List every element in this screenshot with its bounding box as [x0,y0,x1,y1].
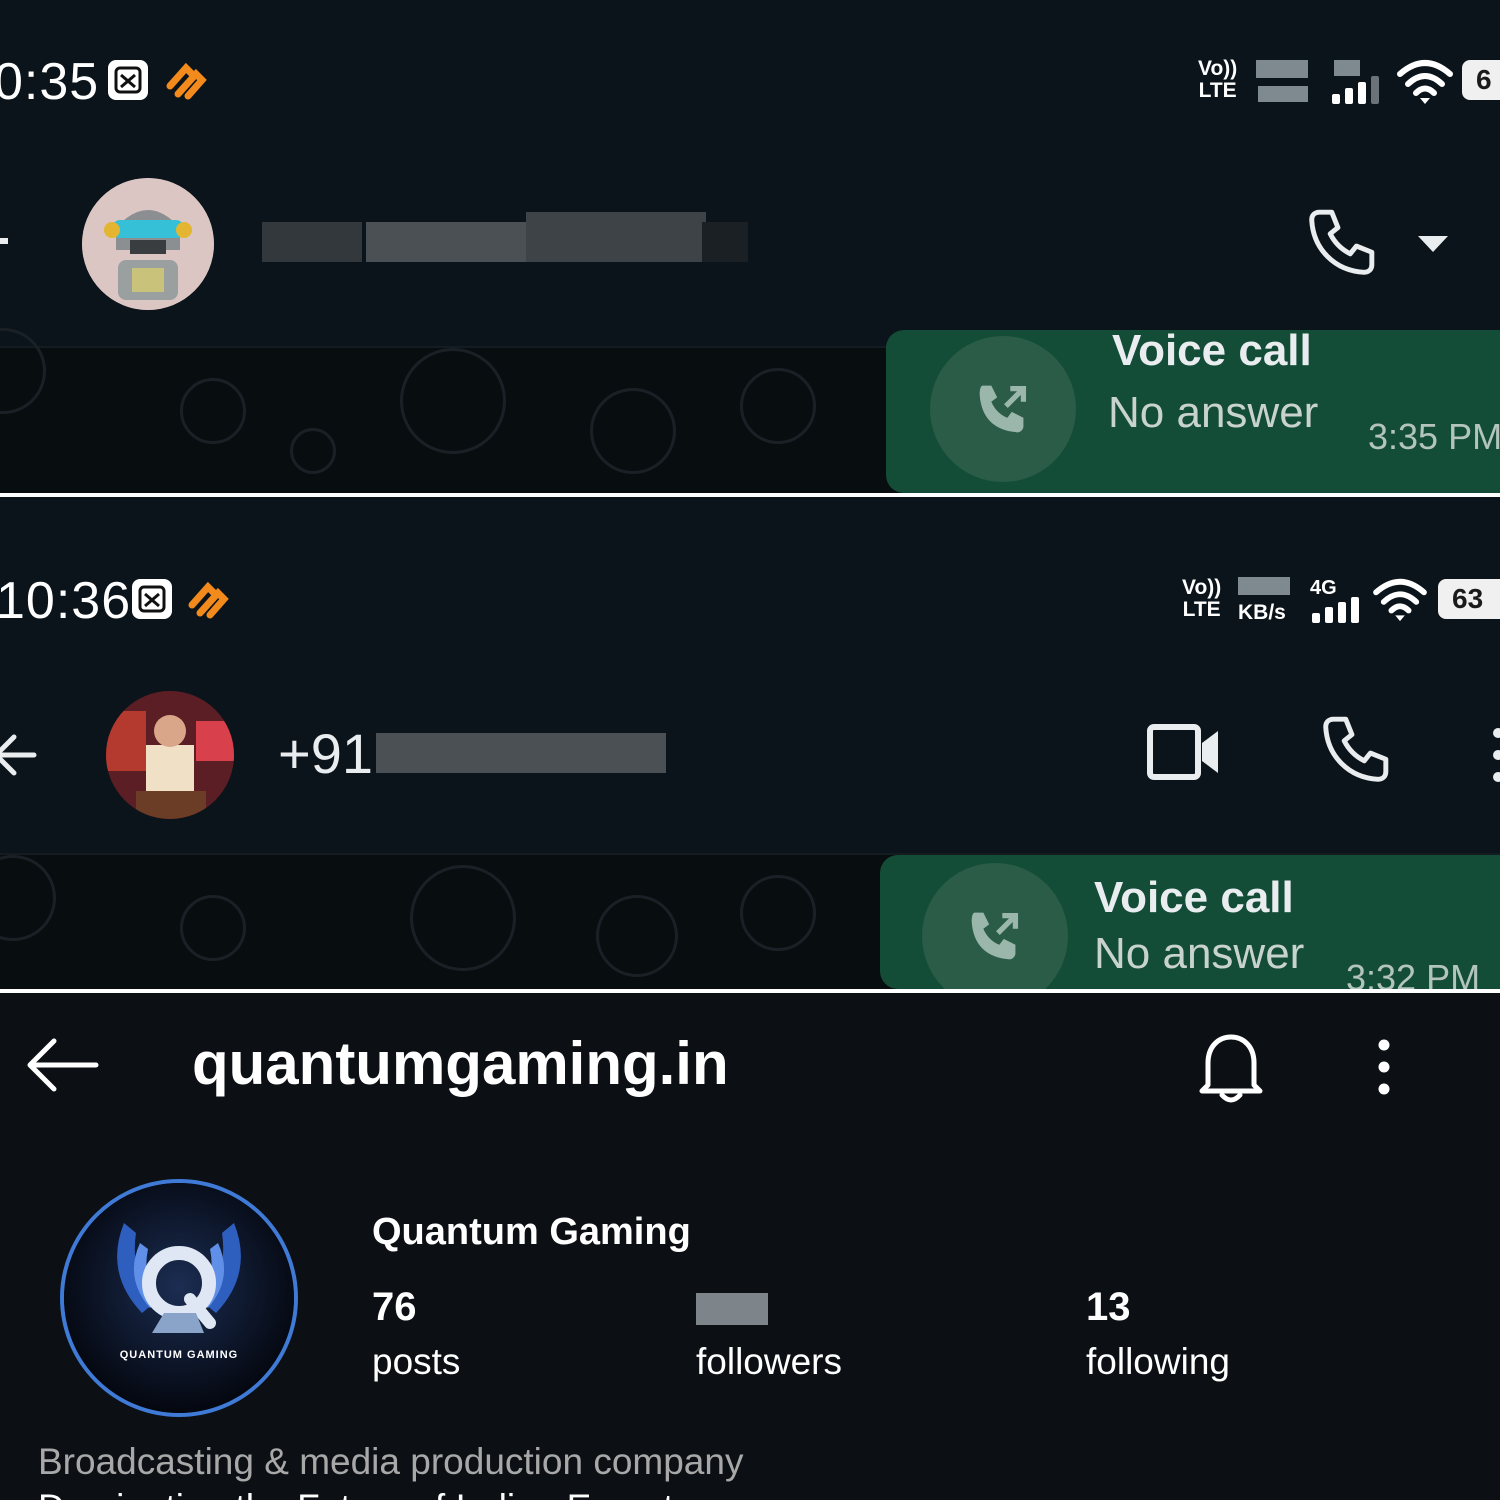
contact-phone-prefix: +91 [278,722,373,785]
network-speed-unit: KB/s [1238,601,1286,624]
call-status: No answer [1094,929,1305,978]
kebab-menu-icon[interactable] [1490,725,1500,785]
call-status: No answer [1108,388,1319,437]
avatar-photo-icon [106,691,234,819]
profile-bio: Dominating the Future of Indian Esports [38,1487,692,1500]
profile-category: Broadcasting & media production company [38,1441,744,1482]
battery-indicator: 6 [1462,60,1500,100]
call-title: Voice call [1094,873,1294,922]
phone-outgoing-icon [971,912,1019,960]
bell-icon[interactable] [1196,1029,1266,1105]
kebab-menu-icon[interactable] [1374,1039,1394,1095]
volte-indicator: Vo)) LTE [1182,577,1221,621]
redacted-followers-count[interactable] [696,1293,768,1325]
redacted-contact-name-part [262,222,362,262]
volte-bottom-text: LTE [1198,79,1237,102]
wallpaper-doodle [740,368,816,444]
wifi-icon [1373,578,1427,622]
wallpaper-doodle [180,378,246,444]
phone-outgoing-icon [979,385,1027,433]
arrow-left-icon[interactable] [26,1037,100,1093]
avatar-illustration-icon [82,178,214,310]
voice-call-bubble[interactable]: Voice call No answer 3:32 PM [880,855,1500,989]
wallpaper-doodle [590,388,676,474]
arrow-left-icon[interactable] [0,731,38,779]
contact-avatar[interactable] [106,691,234,819]
status-bar: 10:36 Vo)) LTE KB/s 4G 63 [0,497,1500,637]
app-notification-icon [188,581,229,619]
phone-icon[interactable] [1318,713,1392,787]
followers-label[interactable]: followers [696,1341,842,1383]
signal-icon [1332,76,1379,104]
wallpaper-doodle [290,428,336,474]
volte-bottom-text: LTE [1182,598,1221,621]
profile-display-name: Quantum Gaming [372,1211,691,1253]
redacted-network-speed [1256,60,1308,78]
wallpaper-doodle [410,865,516,971]
signal-icon [1312,597,1359,623]
app-notification-icon [166,62,207,100]
video-camera-icon[interactable] [1146,721,1222,783]
following-label[interactable]: following [1086,1341,1230,1383]
caret-down-icon[interactable] [1416,234,1450,254]
redacted-network-unit [1258,86,1308,102]
redacted-network-speed [1238,577,1290,595]
screenshot-panel-2: 10:36 Vo)) LTE KB/s 4G 63 +91 Voice call… [0,497,1500,989]
following-count[interactable]: 13 [1086,1285,1131,1330]
volte-indicator: Vo)) LTE [1198,58,1237,102]
redacted-contact-name-part [366,222,526,262]
wallpaper-doodle [0,855,56,941]
posts-count[interactable]: 76 [372,1285,417,1330]
redacted-contact-name-part [526,212,706,262]
status-time: 10:36 [0,572,132,630]
profile-picture[interactable]: QUANTUM GAMING [60,1179,298,1417]
call-icon-circle [922,863,1068,989]
profile-panel: quantumgaming.in QUANTUM GAMING Quantum … [0,993,1500,1500]
logo-text: QUANTUM GAMING [119,1349,239,1361]
screenshot-panel-1: 0:35 Vo)) LTE 6 Voice call No answer 3:3… [0,0,1500,493]
call-title: Voice call [1112,326,1312,375]
contact-avatar[interactable] [82,178,214,310]
call-time: 3:32 PM [1346,957,1481,989]
screen-recorder-icon [108,60,148,100]
volte-top-text: Vo)) [1198,57,1238,80]
wallpaper-doodle [180,895,246,961]
wifi-icon [1397,60,1453,104]
call-time: 3:35 PM [1368,416,1500,457]
wallpaper-doodle [596,895,678,977]
volte-top-text: Vo)) [1182,576,1222,599]
status-bar: 0:35 Vo)) LTE 6 [0,0,1500,140]
profile-username: quantumgaming.in [192,1030,729,1097]
battery-indicator: 63 [1438,579,1500,619]
screen-recorder-icon [132,579,172,619]
quantum-gaming-logo-icon [64,1183,294,1413]
wallpaper-doodle [400,348,506,454]
voice-call-bubble[interactable]: Voice call No answer 3:35 PM [886,326,1500,493]
chat-header [0,140,1500,346]
back-arrow-icon[interactable] [0,238,8,244]
posts-label[interactable]: posts [372,1341,460,1383]
redacted-phone-number [376,733,666,773]
phone-icon[interactable] [1304,206,1378,280]
redacted-contact-name-part [702,222,748,262]
redacted-network-type [1334,60,1360,76]
status-time: 0:35 [0,53,100,111]
wallpaper-doodle [740,875,816,951]
chat-header: +91 [0,657,1500,853]
call-icon-circle [930,336,1076,482]
